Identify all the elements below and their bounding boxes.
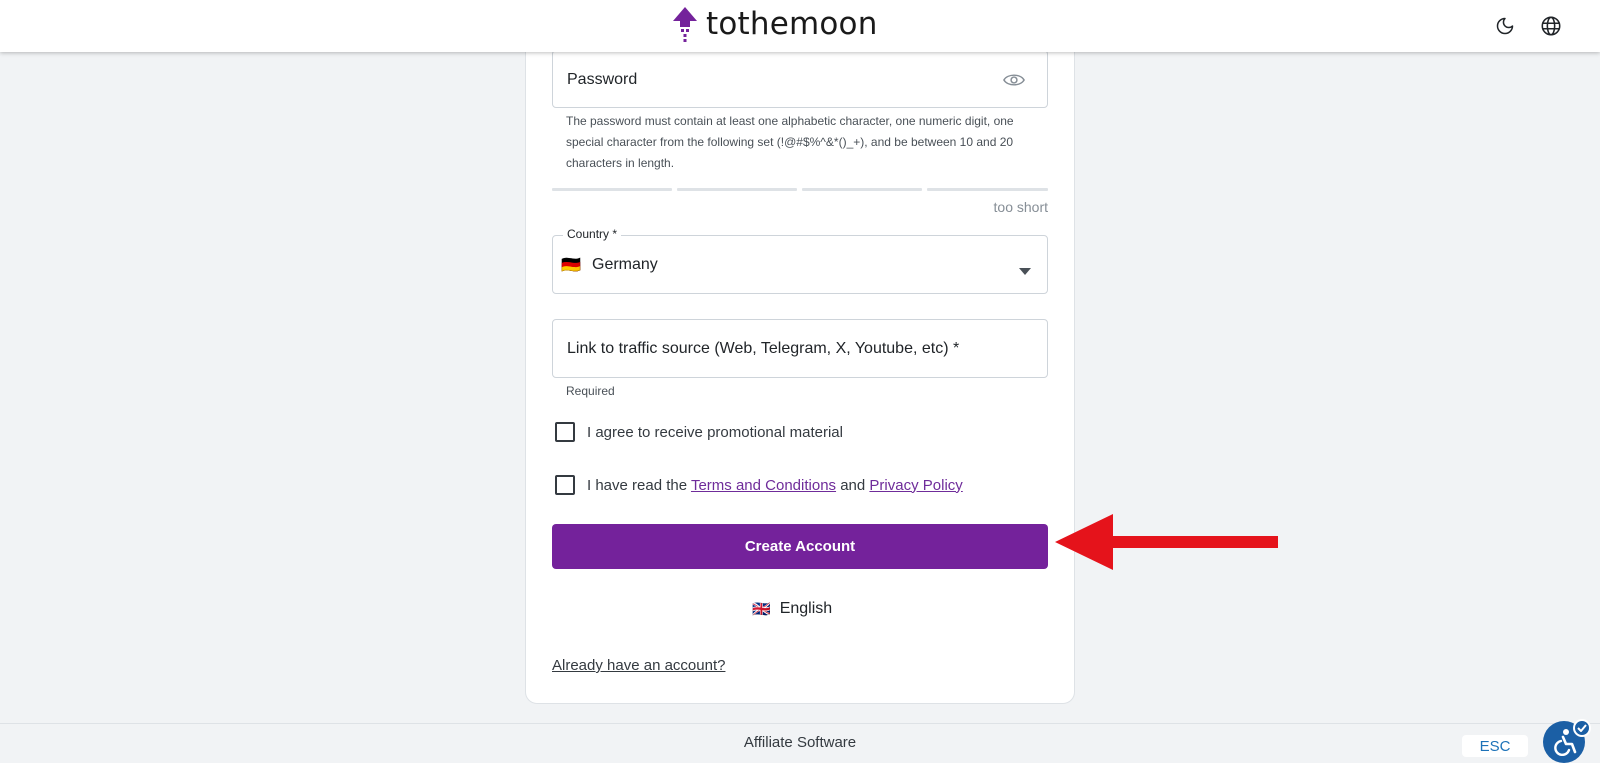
promo-checkbox[interactable] xyxy=(555,422,575,442)
rocket-dots-icon xyxy=(673,7,697,42)
caret-down-icon xyxy=(1019,262,1031,280)
password-label: Password xyxy=(567,71,638,88)
country-legend: Country * xyxy=(563,227,622,241)
check-icon xyxy=(1573,719,1591,737)
login-link[interactable]: Already have an account? xyxy=(552,657,725,674)
brand-name: tothemoon xyxy=(706,6,878,42)
privacy-policy-link[interactable]: Privacy Policy xyxy=(869,477,962,494)
brand-logo[interactable]: tothemoon xyxy=(672,4,878,44)
create-account-button[interactable]: Create Account xyxy=(552,524,1048,569)
footer-text: Affiliate Software xyxy=(743,734,857,751)
password-strength-segment xyxy=(927,188,1048,191)
country-flag: 🇩🇪 xyxy=(561,257,581,274)
eye-icon xyxy=(1003,74,1025,86)
password-strength-label: too short xyxy=(993,199,1048,215)
promo-checkbox-row: I agree to receive promotional material xyxy=(555,422,843,442)
theme-toggle-button[interactable] xyxy=(1493,14,1517,38)
traffic-source-input[interactable]: Link to traffic source (Web, Telegram, X… xyxy=(552,319,1048,378)
password-strength-segment xyxy=(802,188,922,191)
language-menu-button[interactable] xyxy=(1539,14,1563,38)
promo-checkbox-label: I agree to receive promotional material xyxy=(587,423,843,441)
esc-button[interactable]: ESC xyxy=(1462,735,1528,757)
password-strength-segment xyxy=(552,188,672,191)
language-switch[interactable]: 🇬🇧 English xyxy=(752,600,832,618)
country-value: Germany xyxy=(592,256,658,273)
password-strength-segment xyxy=(677,188,797,191)
traffic-source-label: Link to traffic source (Web, Telegram, X… xyxy=(567,340,960,357)
language-flag: 🇬🇧 xyxy=(752,601,771,618)
terms-checkbox-label: I have read the Terms and Conditions and… xyxy=(587,477,963,494)
annotation-arrow xyxy=(1055,514,1278,570)
toggle-password-visibility-button[interactable] xyxy=(1003,71,1025,94)
footer: Affiliate Software xyxy=(0,723,1600,763)
terms-link[interactable]: Terms and Conditions xyxy=(691,477,836,494)
terms-checkbox-row: I have read the Terms and Conditions and… xyxy=(555,475,963,495)
terms-prefix-text: I have read the xyxy=(587,476,691,494)
globe-icon xyxy=(1541,16,1561,36)
country-select[interactable]: 🇩🇪 Germany xyxy=(552,235,1048,294)
traffic-source-error: Required xyxy=(566,384,615,398)
language-label: English xyxy=(779,600,833,617)
password-requirements-hint: The password must contain at least one a… xyxy=(566,114,1014,170)
terms-conjunction-text: and xyxy=(836,476,870,494)
terms-checkbox[interactable] xyxy=(555,475,575,495)
moon-icon xyxy=(1496,17,1514,35)
top-navbar: tothemoon xyxy=(0,0,1600,52)
password-field[interactable]: Password xyxy=(552,50,1048,108)
